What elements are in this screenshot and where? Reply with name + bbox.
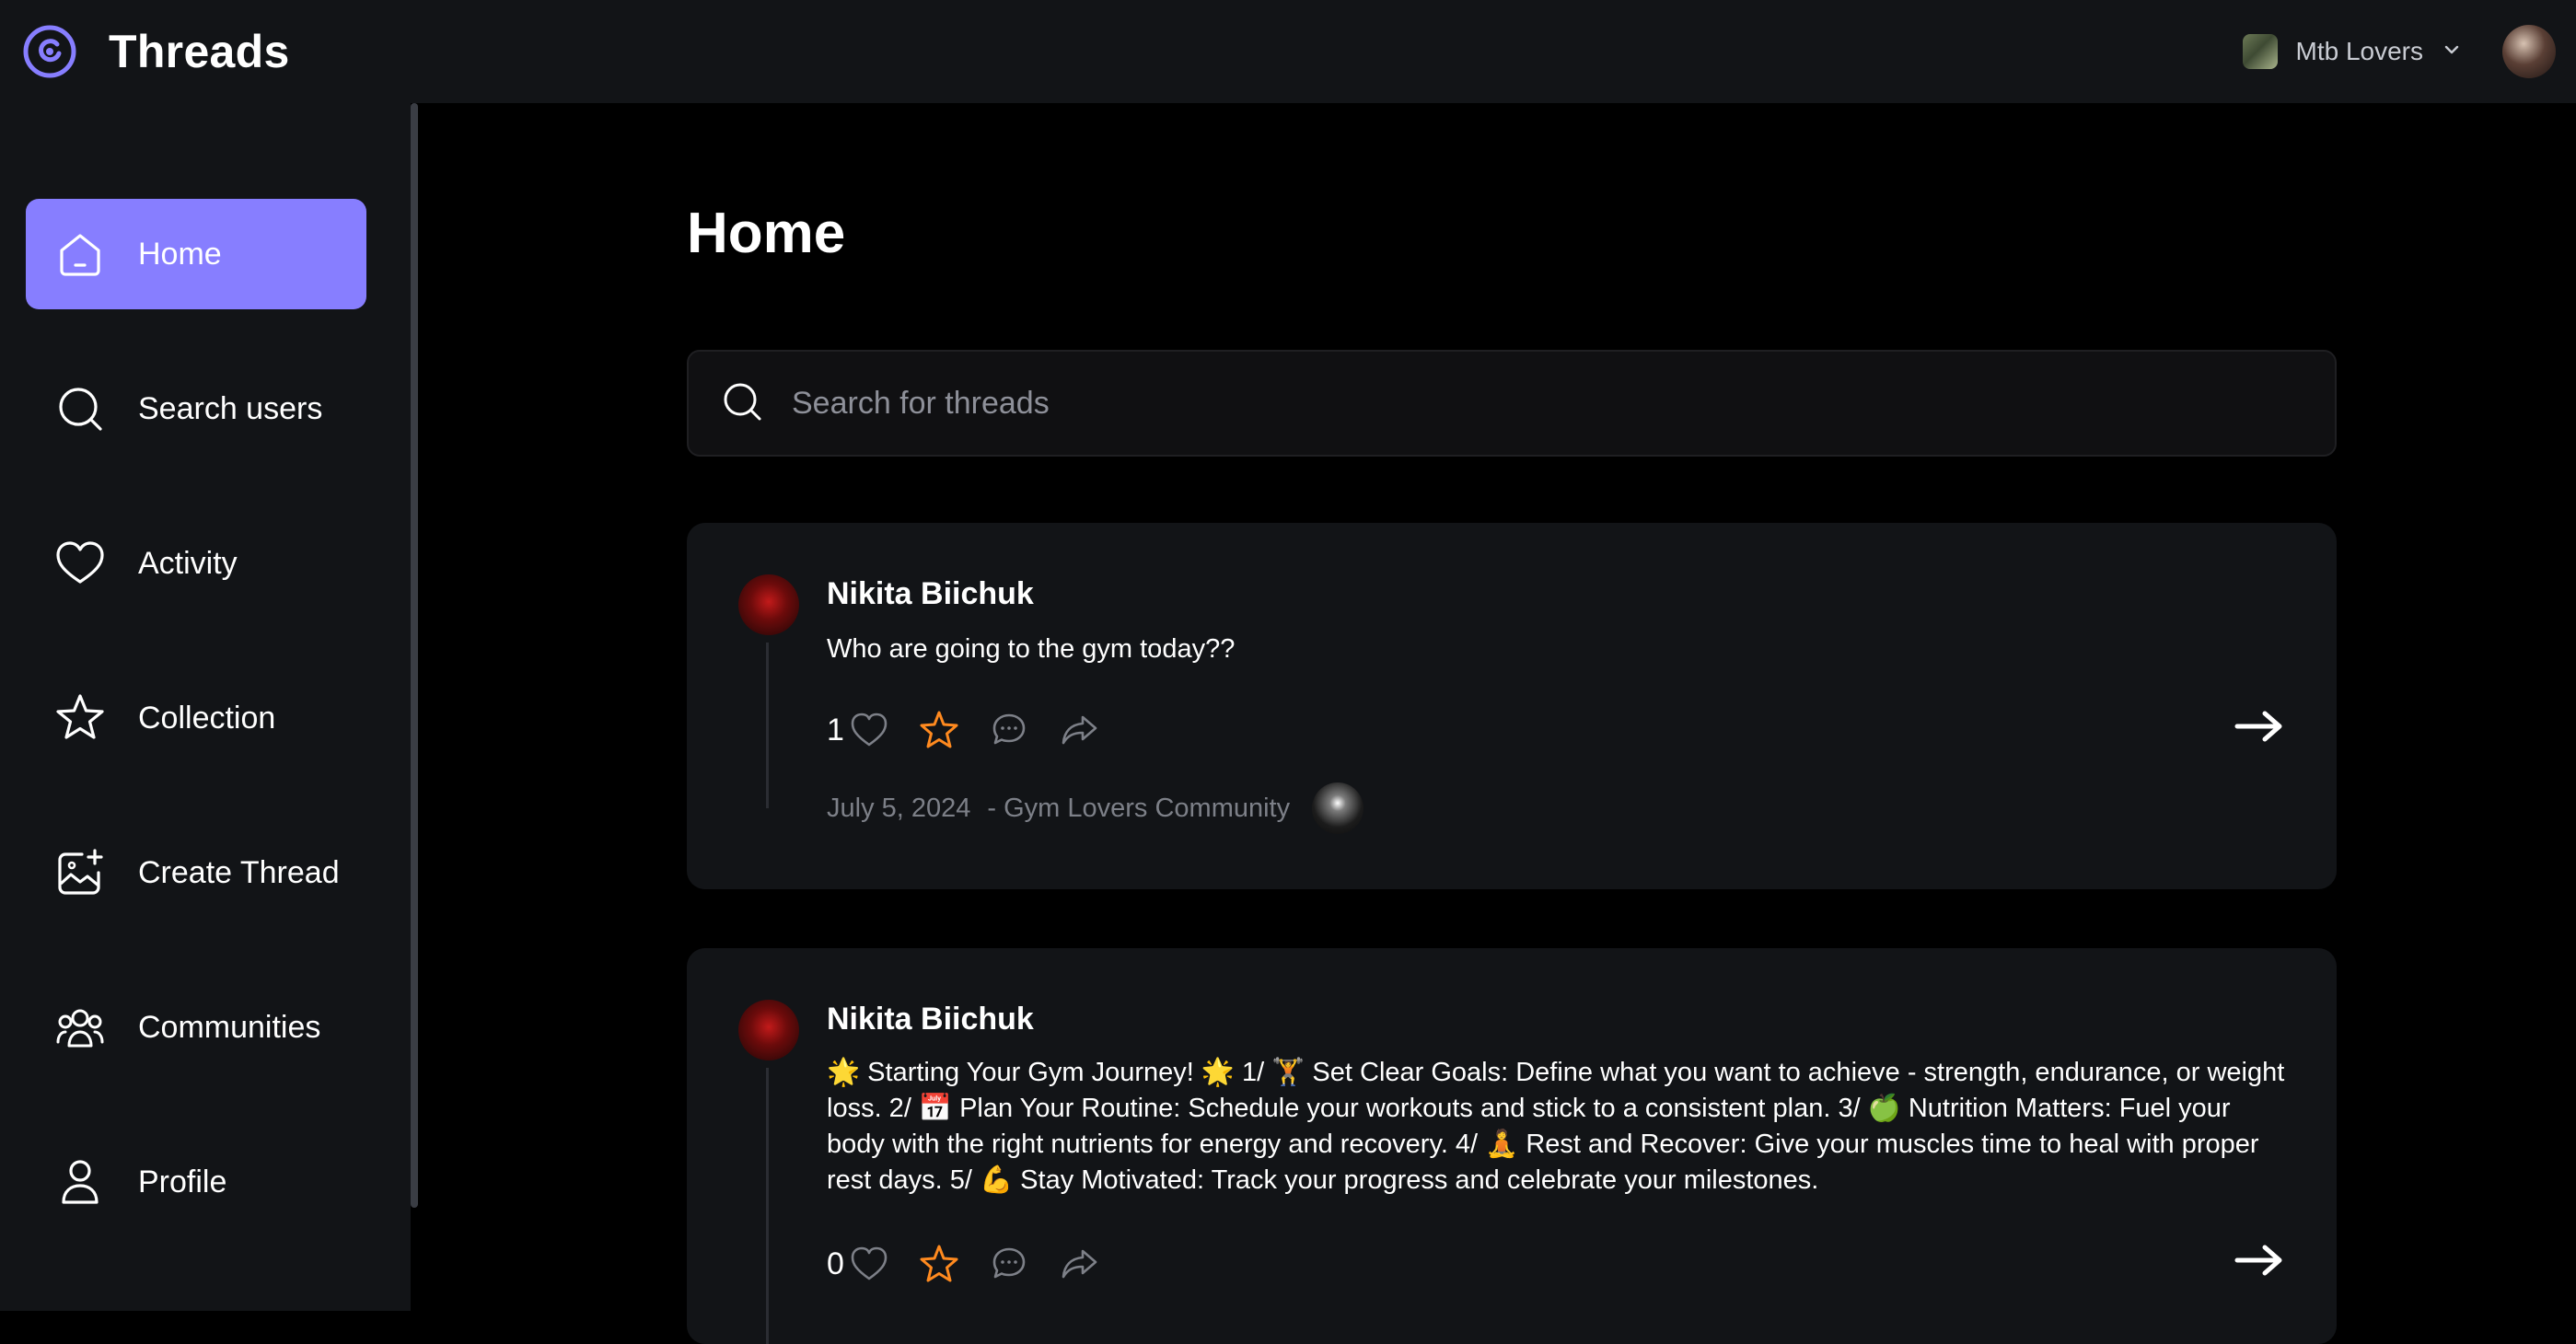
search-bar[interactable] — [687, 350, 2337, 457]
search-icon — [53, 382, 107, 435]
app-title: Threads — [109, 26, 290, 77]
like-count: 0 — [827, 1246, 844, 1281]
open-thread-arrow-icon[interactable] — [2232, 705, 2287, 747]
community-link[interactable]: - Gym Lovers Community — [987, 794, 1290, 824]
page-title: Home — [687, 202, 846, 265]
thread-author[interactable]: Nikita Biichuk — [827, 1002, 1034, 1037]
sidebar-item-label: Profile — [138, 1164, 227, 1199]
top-bar: Threads Mtb Lovers — [0, 0, 2576, 103]
home-icon — [53, 227, 107, 281]
sidebar-item-label: Communities — [138, 1009, 321, 1045]
thread-actions: 1 — [827, 709, 1128, 751]
left-sidebar: Home Search users Activity Collection Cr… — [0, 103, 411, 1311]
author-avatar[interactable] — [738, 1000, 799, 1060]
organization-name: Mtb Lovers — [2295, 37, 2424, 65]
star-icon[interactable] — [918, 1243, 960, 1285]
thread-actions: 0 — [827, 1243, 1128, 1285]
threads-logo-icon — [22, 24, 77, 79]
open-thread-arrow-icon[interactable] — [2232, 1239, 2287, 1281]
sidebar-item-home[interactable]: Home — [26, 199, 366, 309]
star-icon — [53, 691, 107, 745]
top-right-controls: Mtb Lovers — [2242, 25, 2556, 78]
share-icon[interactable] — [1058, 709, 1100, 751]
thread-text: Who are going to the gym today?? — [827, 634, 1236, 664]
thread-card: Nikita Biichuk 🌟 Starting Your Gym Journ… — [687, 948, 2337, 1344]
heart-icon — [53, 537, 107, 590]
thread-card: Nikita Biichuk Who are going to the gym … — [687, 523, 2337, 889]
sidebar-item-search-users[interactable]: Search users — [26, 353, 366, 464]
organization-avatar — [2242, 34, 2278, 69]
thread-text: 🌟 Starting Your Gym Journey! 🌟 1/ 🏋 Set … — [827, 1058, 2285, 1195]
sidebar-item-label: Home — [138, 236, 222, 272]
thread-connector-line — [766, 1068, 769, 1344]
heart-icon[interactable] — [848, 1243, 890, 1285]
star-icon[interactable] — [918, 709, 960, 751]
sidebar-item-label: Search users — [138, 390, 323, 426]
community-avatar[interactable] — [1312, 782, 1364, 834]
sidebar-item-profile[interactable]: Profile — [26, 1127, 366, 1237]
share-icon[interactable] — [1058, 1243, 1100, 1285]
sidebar-item-label: Activity — [138, 545, 238, 581]
sidebar-item-label: Create Thread — [138, 854, 340, 890]
thread-connector-line — [766, 643, 769, 808]
brand[interactable]: Threads — [22, 24, 290, 79]
sidebar-item-collection[interactable]: Collection — [26, 663, 366, 773]
thread-meta: July 5, 2024 - Gym Lovers Community — [827, 782, 1364, 834]
comment-icon[interactable] — [988, 709, 1030, 751]
sidebar-item-create-thread[interactable]: Create Thread — [26, 817, 366, 928]
heart-icon[interactable] — [848, 709, 890, 751]
thread-date: July 5, 2024 — [827, 793, 971, 823]
search-icon — [720, 379, 764, 428]
sidebar-item-activity[interactable]: Activity — [26, 508, 366, 619]
comment-icon[interactable] — [988, 1243, 1030, 1285]
sidebar-item-communities[interactable]: Communities — [26, 972, 366, 1083]
author-avatar[interactable] — [738, 574, 799, 635]
organization-switcher[interactable]: Mtb Lovers — [2242, 34, 2463, 69]
create-icon — [53, 846, 107, 899]
community-icon — [53, 1001, 107, 1054]
user-avatar-button[interactable] — [2502, 25, 2556, 78]
sidebar-scrollbar[interactable] — [411, 103, 418, 1208]
search-input[interactable] — [790, 384, 2267, 423]
chevron-down-icon — [2442, 40, 2462, 64]
like-count: 1 — [827, 712, 844, 747]
thread-author[interactable]: Nikita Biichuk — [827, 576, 1034, 612]
sidebar-item-label: Collection — [138, 700, 276, 736]
user-icon — [53, 1155, 107, 1209]
